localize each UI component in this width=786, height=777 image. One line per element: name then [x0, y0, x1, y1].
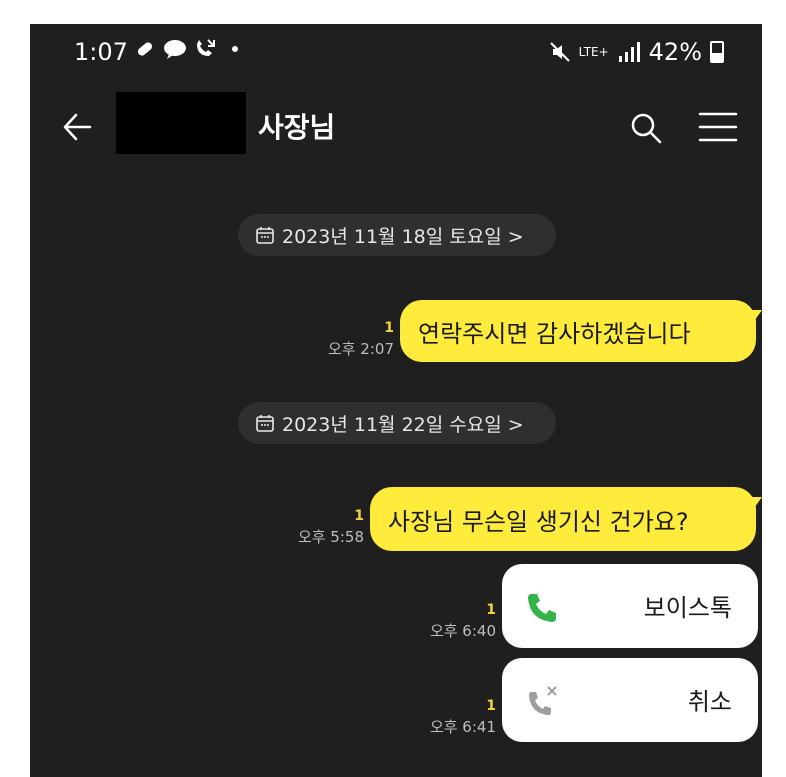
redacted-name: [116, 92, 246, 154]
signal-icon: [618, 42, 640, 62]
calendar-icon: [256, 415, 274, 432]
message-meta: 1 오후 5:58: [270, 508, 364, 547]
date-divider[interactable]: 2023년 11월 22일 수요일 >: [238, 402, 556, 444]
mute-icon: [549, 42, 570, 62]
pill-icon: [137, 42, 153, 56]
message-text: 연락주시면 감사하겠습니다: [418, 319, 691, 348]
unread-count: 1: [486, 698, 496, 714]
call-time: 오후 6:40: [429, 622, 496, 640]
call-label: 취소: [687, 688, 732, 716]
menu-icon[interactable]: [698, 112, 738, 142]
status-right: LTE+ 42%: [549, 38, 724, 66]
chat-title: 사장님: [258, 111, 336, 144]
unread-count: 1: [486, 602, 496, 618]
chat-screen: 1:07 LTE+ 42% 사장님 2023년 11월 18일 토요일 > 1 …: [30, 24, 762, 777]
call-meta: 1 오후 6:40: [404, 602, 496, 641]
cancelled-call-card[interactable]: 취소: [502, 658, 758, 742]
status-bar: 1:07 LTE+ 42%: [30, 24, 762, 80]
message-bubble[interactable]: 사장님 무슨일 생기신 건가요?: [370, 487, 762, 551]
missed-call-icon: [197, 39, 215, 56]
phone-cancelled-icon: [529, 686, 557, 715]
unread-count: 1: [354, 508, 364, 524]
message-meta: 1 오후 2:07: [300, 320, 394, 359]
calendar-icon: [256, 227, 274, 244]
unread-count: 1: [384, 320, 394, 336]
battery-icon: [710, 41, 724, 63]
network-type: LTE+: [578, 45, 609, 59]
phone-icon: [528, 594, 556, 622]
battery-percent: 42%: [648, 38, 702, 66]
search-icon[interactable]: [630, 112, 662, 144]
chat-header: 사장님: [30, 80, 762, 170]
date-label: 2023년 11월 18일 토요일 >: [282, 225, 524, 248]
message-time: 오후 2:07: [327, 340, 394, 358]
voice-talk-card[interactable]: 보이스톡: [502, 564, 758, 648]
date-label: 2023년 11월 22일 수요일 >: [282, 413, 524, 436]
call-time: 오후 6:41: [429, 718, 496, 736]
message-text: 사장님 무슨일 생기신 건가요?: [388, 507, 689, 536]
status-time: 1:07: [74, 38, 128, 66]
call-meta: 1 오후 6:41: [404, 698, 496, 737]
more-notifications-dot: [232, 46, 238, 52]
notification-icons: [134, 38, 238, 60]
message-bubble[interactable]: 연락주시면 감사하겠습니다: [400, 300, 762, 362]
message-time: 오후 5:58: [297, 528, 364, 546]
talk-icon: [164, 40, 186, 59]
date-divider[interactable]: 2023년 11월 18일 토요일 >: [238, 214, 556, 256]
call-label: 보이스톡: [643, 594, 732, 622]
back-arrow-icon[interactable]: [60, 110, 94, 144]
